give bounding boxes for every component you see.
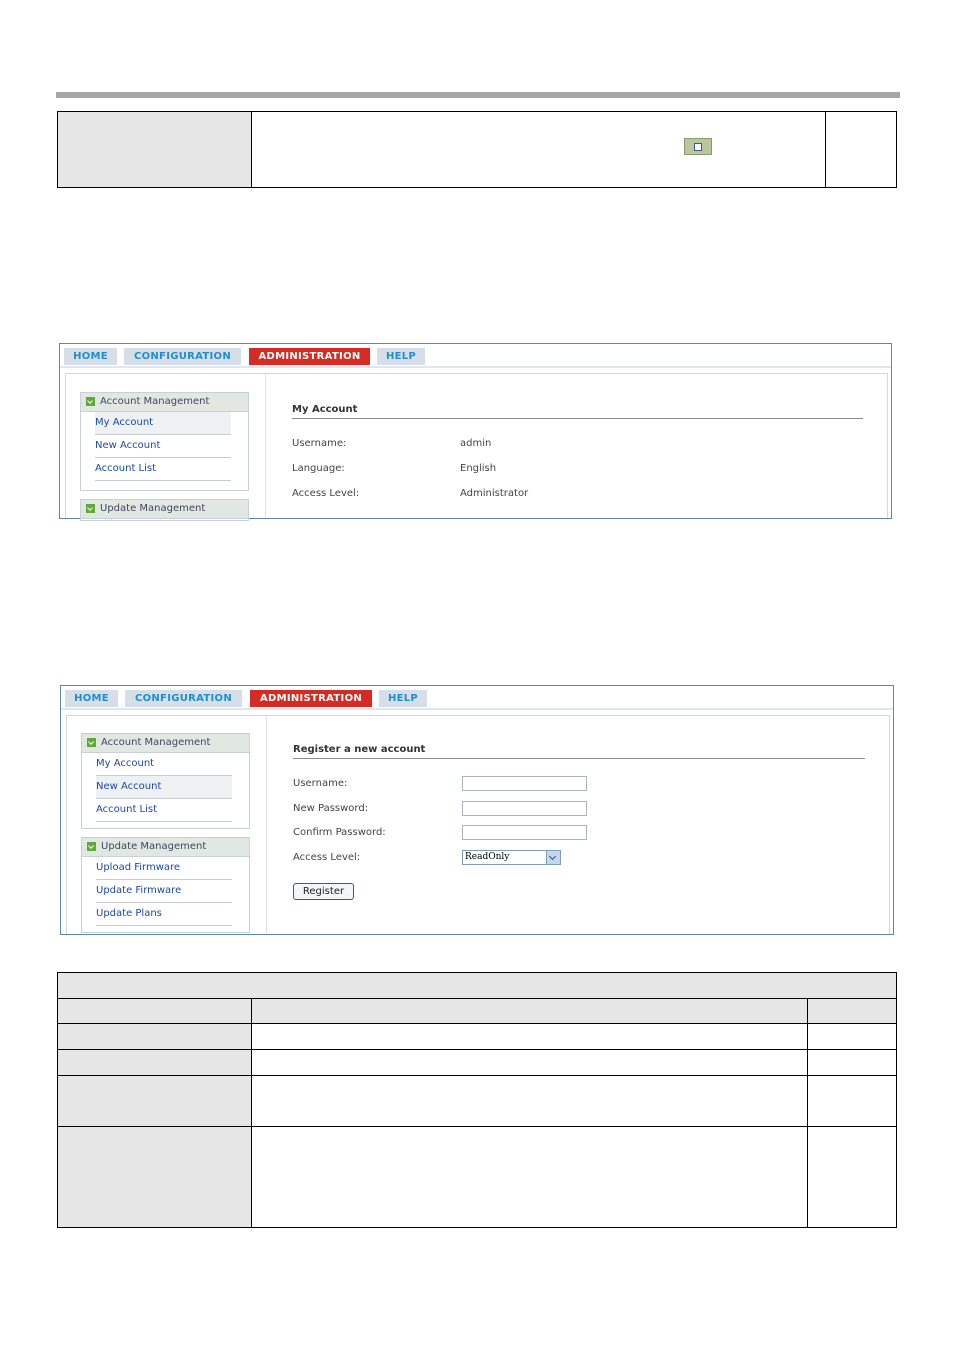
table-cell [57, 1049, 252, 1076]
tab-underline [60, 366, 891, 368]
confirm-password-input[interactable] [462, 825, 587, 840]
field-value-username: admin [460, 438, 492, 449]
section-title: Register a new account [293, 744, 865, 759]
table-cell [251, 1075, 808, 1127]
sidebar-item-upload-firmware[interactable]: Upload Firmware [96, 857, 232, 880]
tab-help[interactable]: HELP [379, 690, 427, 707]
table-cell [251, 1126, 808, 1228]
register-form: Register a new account Username: New Pas… [293, 744, 865, 914]
chevron-down-icon[interactable] [546, 851, 560, 864]
field-value-language: English [460, 463, 497, 474]
admin-panel: Account Management My Account New Accoun… [65, 373, 888, 521]
new-account-screenshot: HOME CONFIGURATION ADMINISTRATION HELP A… [60, 685, 894, 935]
sidebar-divider [266, 716, 267, 934]
label-username: Username: [293, 778, 348, 789]
tab-administration[interactable]: ADMINISTRATION [249, 348, 370, 365]
sidebar-item-update-firmware[interactable]: Update Firmware [96, 880, 232, 903]
table-cell [57, 1023, 252, 1050]
table-cell [806, 998, 898, 1024]
table-cell [806, 1075, 898, 1127]
tab-home[interactable]: HOME [64, 348, 117, 365]
top-doc-table [57, 111, 897, 188]
page-top-rule [56, 92, 900, 98]
group-label: Update Management [101, 841, 207, 852]
sidebar-item-update-plans[interactable]: Update Plans [96, 903, 232, 926]
label-access-level: Access Level: [293, 852, 361, 863]
table-cell [806, 1126, 898, 1228]
tab-home[interactable]: HOME [65, 690, 118, 707]
bottom-doc-table [56, 972, 898, 1228]
table-cell [57, 1075, 252, 1127]
username-input[interactable] [462, 776, 587, 791]
tab-help[interactable]: HELP [377, 348, 425, 365]
access-level-value: ReadOnly [465, 852, 510, 862]
my-account-content: My Account Username: admin Language: Eng… [292, 404, 863, 514]
field-label-username: Username: [292, 438, 347, 449]
top-table-cell-3 [825, 111, 897, 188]
table-cell [251, 998, 808, 1024]
tab-underline [61, 708, 893, 710]
group-label: Account Management [101, 737, 211, 748]
my-account-screenshot: HOME CONFIGURATION ADMINISTRATION HELP A… [59, 343, 892, 521]
label-confirm-password: Confirm Password: [293, 827, 386, 838]
account-management-header[interactable]: Account Management [81, 393, 248, 412]
account-management-menu: Account Management My Account New Accoun… [80, 392, 249, 491]
tab-configuration[interactable]: CONFIGURATION [125, 690, 242, 707]
table-cell [251, 1023, 808, 1050]
field-label-language: Language: [292, 463, 345, 474]
sidebar-item-new-account[interactable]: New Account [95, 435, 231, 458]
expand-arrow-icon [87, 738, 96, 747]
expand-arrow-icon [86, 397, 95, 406]
sidebar-item-account-list[interactable]: Account List [95, 458, 231, 481]
label-new-password: New Password: [293, 803, 369, 814]
small-toolbar-button-icon[interactable] [684, 138, 712, 155]
access-level-select[interactable]: ReadOnly [462, 850, 561, 865]
field-label-access-level: Access Level: [292, 488, 360, 499]
sidebar-item-my-account[interactable]: My Account [96, 753, 232, 776]
account-management-header[interactable]: Account Management [82, 734, 249, 753]
table-cell [806, 1049, 898, 1076]
table-cell [57, 1126, 252, 1228]
update-management-header[interactable]: Update Management [81, 500, 248, 519]
sidebar-item-account-list[interactable]: Account List [96, 799, 232, 822]
table-cell [251, 1049, 808, 1076]
top-table-cell-1 [57, 111, 252, 188]
top-table-cell-2 [251, 111, 826, 188]
sidebar-item-my-account[interactable]: My Account [95, 412, 231, 435]
account-management-menu: Account Management My Account New Accoun… [81, 733, 250, 829]
field-value-access-level: Administrator [460, 488, 529, 499]
expand-arrow-icon [86, 504, 95, 513]
expand-arrow-icon [87, 842, 96, 851]
group-label: Update Management [100, 503, 206, 514]
admin-panel: Account Management My Account New Accoun… [66, 715, 890, 934]
tab-administration[interactable]: ADMINISTRATION [250, 690, 372, 707]
table-header-row [56, 972, 898, 999]
new-password-input[interactable] [462, 801, 587, 816]
sidebar-divider [265, 374, 266, 518]
update-management-menu: Update Management [80, 499, 249, 521]
section-title: My Account [292, 404, 863, 419]
update-management-header[interactable]: Update Management [82, 838, 249, 857]
update-management-menu: Update Management Upload Firmware Update… [81, 837, 250, 933]
register-button[interactable]: Register [293, 883, 354, 900]
sidebar-item-new-account[interactable]: New Account [96, 776, 232, 799]
group-label: Account Management [100, 396, 210, 407]
table-cell [806, 1023, 898, 1050]
table-cell [57, 998, 252, 1024]
tab-configuration[interactable]: CONFIGURATION [124, 348, 241, 365]
